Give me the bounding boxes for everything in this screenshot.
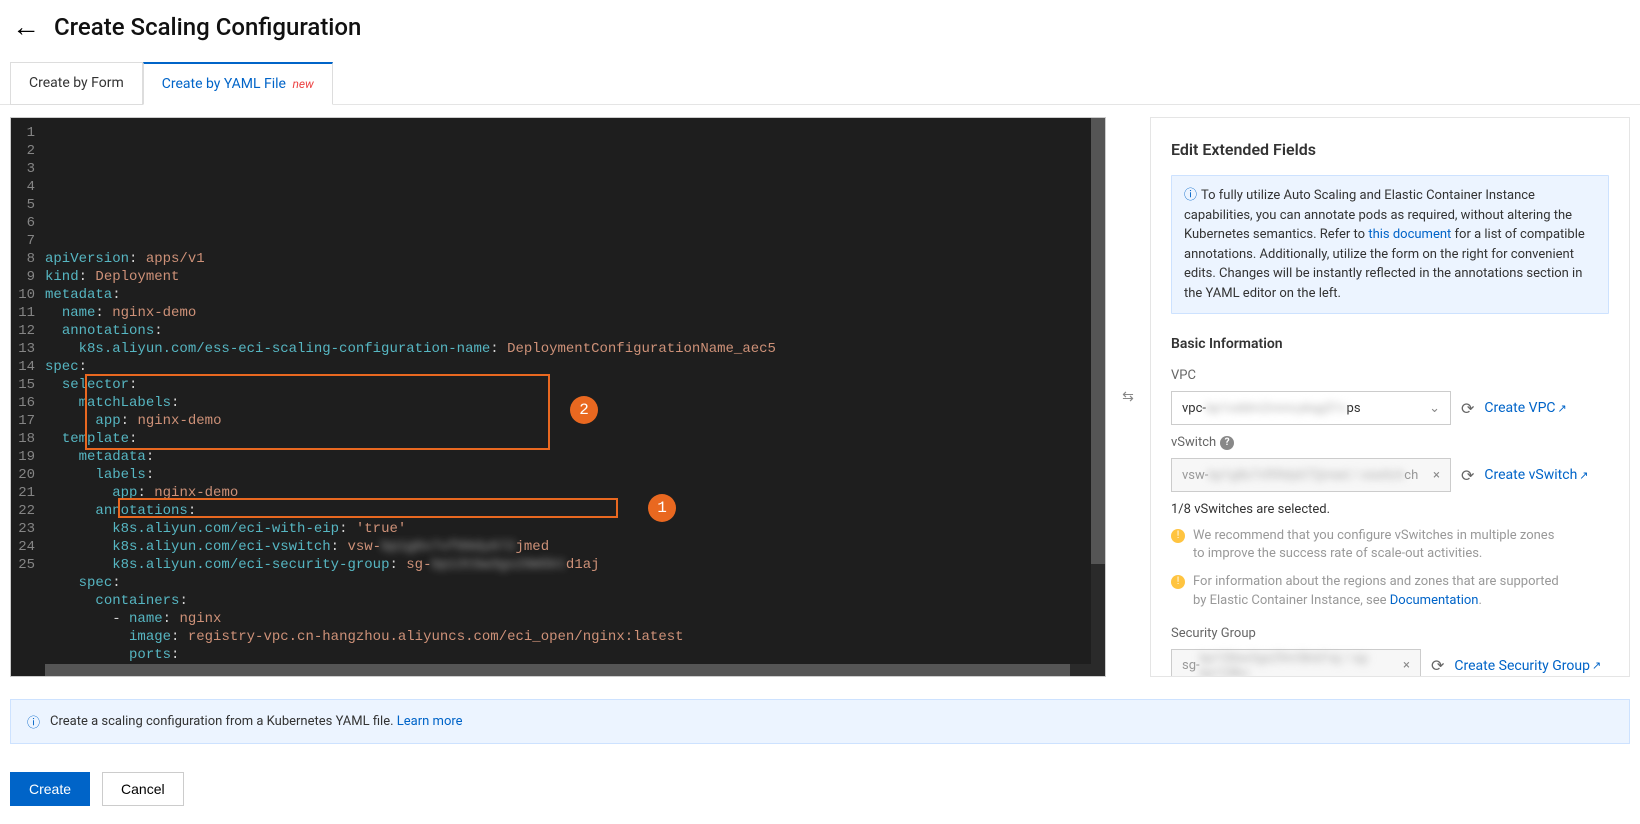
info-icon: ⓘ xyxy=(1184,188,1197,203)
create-vpc-link[interactable]: Create VPC↗ xyxy=(1484,400,1566,416)
vpc-label: VPC xyxy=(1171,368,1609,383)
create-vswitch-link[interactable]: Create vSwitch↗ xyxy=(1484,467,1588,483)
vpc-select[interactable]: vpc-bp1oddm2mmcykqg51vps ⌄ xyxy=(1171,391,1451,425)
documentation-link[interactable]: Documentation xyxy=(1390,592,1479,610)
info-box: ⓘTo fully utilize Auto Scaling and Elast… xyxy=(1171,175,1609,314)
cancel-button[interactable]: Cancel xyxy=(102,772,184,806)
warn-icon: ! xyxy=(1171,529,1185,543)
vswitch-selected-count: 1/8 vSwitches are selected. xyxy=(1171,502,1609,517)
editor-scrollbar-horizontal[interactable] xyxy=(45,664,1091,676)
chevron-down-icon: ⌄ xyxy=(1429,401,1440,416)
external-link-icon: ↗ xyxy=(1558,402,1567,415)
external-link-icon: ↗ xyxy=(1579,469,1588,482)
refresh-icon[interactable]: ⟳ xyxy=(1431,656,1444,675)
info-icon: ⓘ xyxy=(27,712,40,731)
editor-code[interactable]: 2 1 apiVersion: apps/v1kind: Deploymentm… xyxy=(45,118,1105,676)
learn-more-link[interactable]: Learn more xyxy=(397,714,463,729)
vswitch-label: vSwitch ? xyxy=(1171,435,1609,450)
footer-info-text: Create a scaling configuration from a Ku… xyxy=(50,714,397,729)
clear-icon[interactable]: × xyxy=(1403,658,1410,673)
footer-info-bar: ⓘ Create a scaling configuration from a … xyxy=(10,699,1630,744)
back-arrow-icon[interactable]: ← xyxy=(12,10,40,43)
editor-gutter: 1234567891011121314151617181920212223242… xyxy=(11,118,45,676)
yaml-editor[interactable]: 1234567891011121314151617181920212223242… xyxy=(10,117,1106,677)
refresh-icon[interactable]: ⟳ xyxy=(1461,399,1474,418)
editor-scrollbar-vertical[interactable] xyxy=(1091,118,1105,676)
sync-indicator: ⇆ xyxy=(1116,117,1140,677)
vswitch-hint-docs: ! For information about the regions and … xyxy=(1171,573,1609,609)
tabs: Create by Form Create by YAML File new xyxy=(0,61,1640,105)
external-link-icon: ↗ xyxy=(1592,659,1601,672)
tab-create-by-yaml[interactable]: Create by YAML File new xyxy=(143,62,333,105)
create-button[interactable]: Create xyxy=(10,772,90,806)
side-panel-title: Edit Extended Fields xyxy=(1171,140,1609,159)
tab-create-by-form[interactable]: Create by Form xyxy=(10,62,143,105)
basic-info-header: Basic Information xyxy=(1171,336,1609,352)
clear-icon[interactable]: × xyxy=(1433,468,1440,483)
warn-icon: ! xyxy=(1171,575,1185,589)
new-badge: new xyxy=(292,77,313,91)
tab-yaml-label: Create by YAML File xyxy=(162,76,286,92)
create-security-group-link[interactable]: Create Security Group↗ xyxy=(1454,658,1601,674)
vswitch-hint-zones: ! We recommend that you configure vSwitc… xyxy=(1171,527,1609,563)
marker-2: 2 xyxy=(570,396,598,424)
refresh-icon[interactable]: ⟳ xyxy=(1461,466,1474,485)
security-group-select[interactable]: sg-bp13tbw3gs29m5ktd1aj / sg-bp128kv × xyxy=(1171,649,1421,677)
extended-fields-panel: Edit Extended Fields ⓘTo fully utilize A… xyxy=(1150,117,1630,677)
marker-1: 1 xyxy=(648,494,676,522)
vswitch-select[interactable]: vsw-bp1g8x7vf09dy672jmed / vswitchch × xyxy=(1171,458,1451,492)
security-group-label: Security Group xyxy=(1171,626,1609,641)
help-icon[interactable]: ? xyxy=(1220,436,1234,450)
info-doc-link[interactable]: this document xyxy=(1368,225,1451,245)
page-title: Create Scaling Configuration xyxy=(54,13,361,41)
